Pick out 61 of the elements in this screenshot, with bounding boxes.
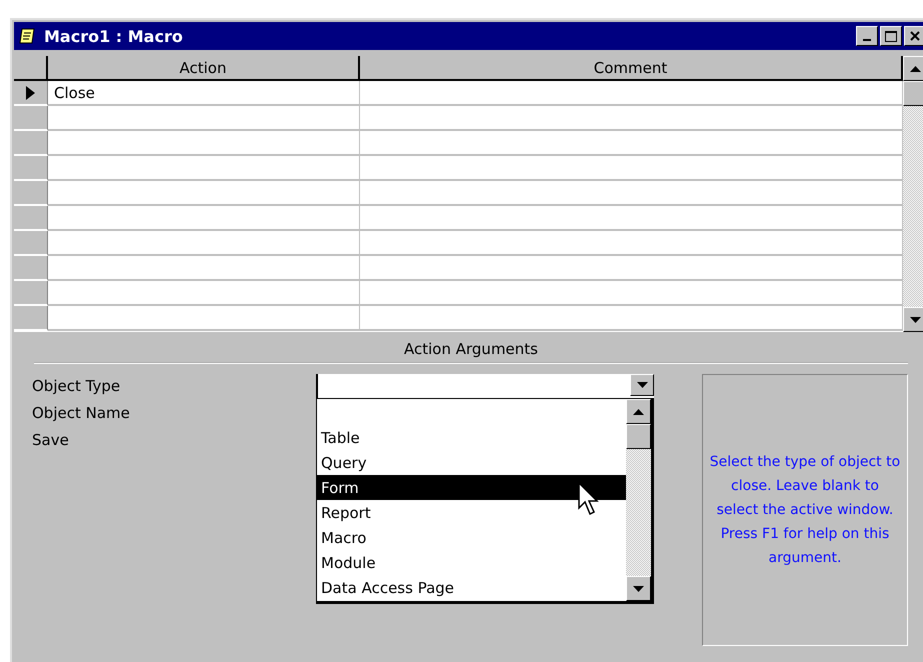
- maximize-icon: [885, 30, 897, 42]
- scroll-up-button[interactable]: [903, 56, 923, 81]
- scroll-icon: [18, 27, 36, 45]
- comment-cell[interactable]: [360, 106, 903, 131]
- action-cell[interactable]: [48, 131, 360, 156]
- action-cell[interactable]: [48, 181, 360, 206]
- argument-label: Object Name: [32, 403, 130, 424]
- minimize-button[interactable]: [856, 26, 878, 46]
- comment-cell[interactable]: [360, 256, 903, 281]
- down-arrow-icon: [636, 382, 648, 388]
- comment-cell[interactable]: [360, 131, 903, 156]
- corner-cell: [14, 56, 48, 81]
- mouse-pointer-icon: [578, 482, 602, 518]
- list-scrollbar[interactable]: [626, 399, 651, 601]
- action-cell[interactable]: [48, 206, 360, 231]
- row-selector[interactable]: [14, 81, 48, 106]
- dropdown-option[interactable]: Report: [317, 500, 626, 525]
- comment-cell[interactable]: [360, 181, 903, 206]
- close-button[interactable]: [904, 26, 923, 46]
- column-header[interactable]: Action: [48, 56, 360, 81]
- down-arrow-icon: [633, 586, 644, 592]
- column-header[interactable]: Comment: [360, 56, 903, 81]
- dropdown-option[interactable]: Table: [317, 425, 626, 450]
- action-cell[interactable]: [48, 106, 360, 131]
- maximize-button[interactable]: [880, 26, 902, 46]
- up-arrow-icon: [633, 408, 644, 414]
- dropdown-option[interactable]: Module: [317, 550, 626, 575]
- scroll-down-button[interactable]: [903, 307, 923, 332]
- window-title: Macro1 : Macro: [44, 26, 184, 46]
- scroll-thumb[interactable]: [626, 424, 651, 449]
- dropdown-button[interactable]: [630, 374, 654, 396]
- comment-cell[interactable]: [360, 231, 903, 256]
- scroll-down-button[interactable]: [626, 576, 651, 601]
- action-cell[interactable]: [48, 306, 360, 331]
- comment-cell[interactable]: [360, 281, 903, 306]
- vertical-scrollbar[interactable]: [903, 56, 923, 332]
- argument-label: Object Type: [32, 376, 120, 397]
- down-arrow-icon: [910, 316, 921, 322]
- scroll-up-button[interactable]: [626, 399, 651, 424]
- action-cell[interactable]: [48, 156, 360, 181]
- object-type-field[interactable]: [316, 374, 654, 398]
- up-arrow-icon: [910, 66, 921, 72]
- help-text: Select the type of object to close. Leave blank to select the active window. Press F1 for help on this argument.: [709, 453, 901, 568]
- scroll-thumb[interactable]: [903, 81, 923, 106]
- close-icon: [910, 31, 920, 41]
- comment-cell[interactable]: [360, 206, 903, 231]
- action-cell[interactable]: [48, 256, 360, 281]
- comment-cell[interactable]: [360, 81, 903, 106]
- argument-label: Save: [32, 430, 69, 451]
- dropdown-option[interactable]: Query: [317, 450, 626, 475]
- action-cell[interactable]: [48, 281, 360, 306]
- minimize-icon: [863, 39, 871, 41]
- comment-cell[interactable]: [360, 306, 903, 331]
- action-cell[interactable]: Close: [48, 81, 360, 106]
- dropdown-option[interactable]: Macro: [317, 525, 626, 550]
- comment-cell[interactable]: [360, 156, 903, 181]
- dropdown-option[interactable]: Data Access Page: [317, 575, 626, 600]
- dropdown-option[interactable]: Form: [317, 475, 626, 500]
- action-cell[interactable]: [48, 231, 360, 256]
- current-row-icon: [26, 86, 35, 100]
- section-title: Action Arguments: [404, 340, 538, 358]
